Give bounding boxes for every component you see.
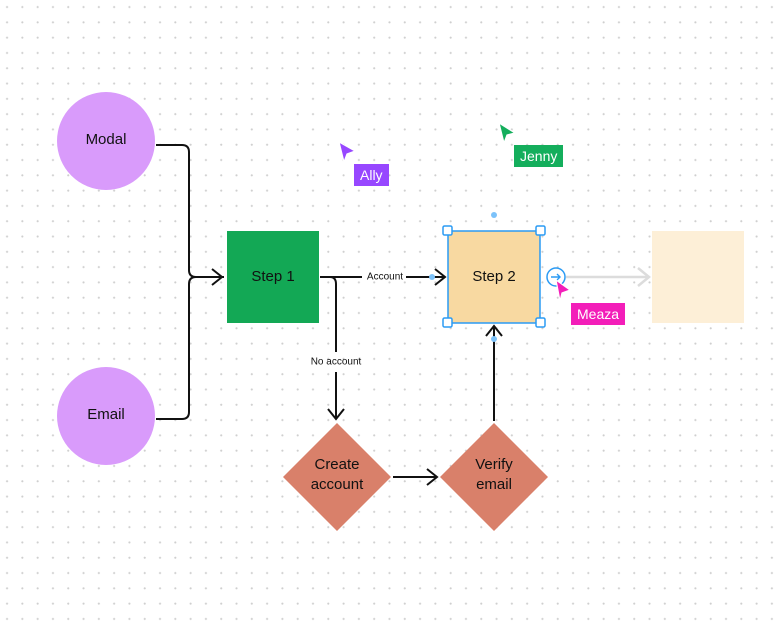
node-modal[interactable]: Modal (57, 92, 155, 190)
connector-modal-step1[interactable] (156, 144, 224, 278)
resize-handle-bottom-left[interactable] (442, 317, 453, 328)
cursor-jenny-icon (498, 121, 517, 146)
node-step1[interactable]: Step 1 (227, 231, 319, 323)
connector-step1-create-account[interactable] (329, 276, 337, 418)
ghost-node-placeholder[interactable] (652, 231, 744, 323)
node-email[interactable]: Email (57, 367, 155, 465)
edge-label-account: Account (367, 272, 403, 283)
connection-point-left[interactable] (429, 274, 435, 280)
resize-handle-top-left[interactable] (442, 225, 453, 236)
rotate-handle[interactable] (491, 212, 497, 218)
cursor-label-jenny: Jenny (514, 145, 564, 167)
node-create-account-line2: account (311, 476, 364, 493)
node-create-account[interactable]: Create account (283, 423, 391, 531)
cursor-ally-icon (338, 140, 357, 165)
resize-handle-top-right[interactable] (535, 225, 546, 236)
node-step2[interactable]: Step 2 (447, 230, 541, 324)
cursor-label-meaza: Meaza (571, 303, 626, 325)
resize-handle-bottom-right[interactable] (535, 317, 546, 328)
connector-email-step1[interactable] (156, 276, 197, 420)
node-modal-label: Modal (86, 131, 127, 148)
node-step2-label: Step 2 (472, 268, 515, 285)
node-create-account-line1: Create (314, 456, 359, 473)
add-connector-button[interactable] (546, 267, 566, 287)
connection-point-bottom[interactable] (491, 336, 497, 342)
node-verify-email-line2: email (476, 476, 512, 493)
edge-label-no-account: No account (311, 357, 362, 368)
node-step1-label: Step 1 (251, 268, 294, 285)
cursor-label-ally: Ally (354, 164, 389, 186)
diagram-canvas[interactable]: Account No account Modal Email Step 1 St… (0, 0, 780, 624)
node-email-label: Email (87, 406, 125, 423)
node-verify-email-line1: Verify (475, 456, 513, 473)
node-verify-email[interactable]: Verify email (440, 423, 548, 531)
